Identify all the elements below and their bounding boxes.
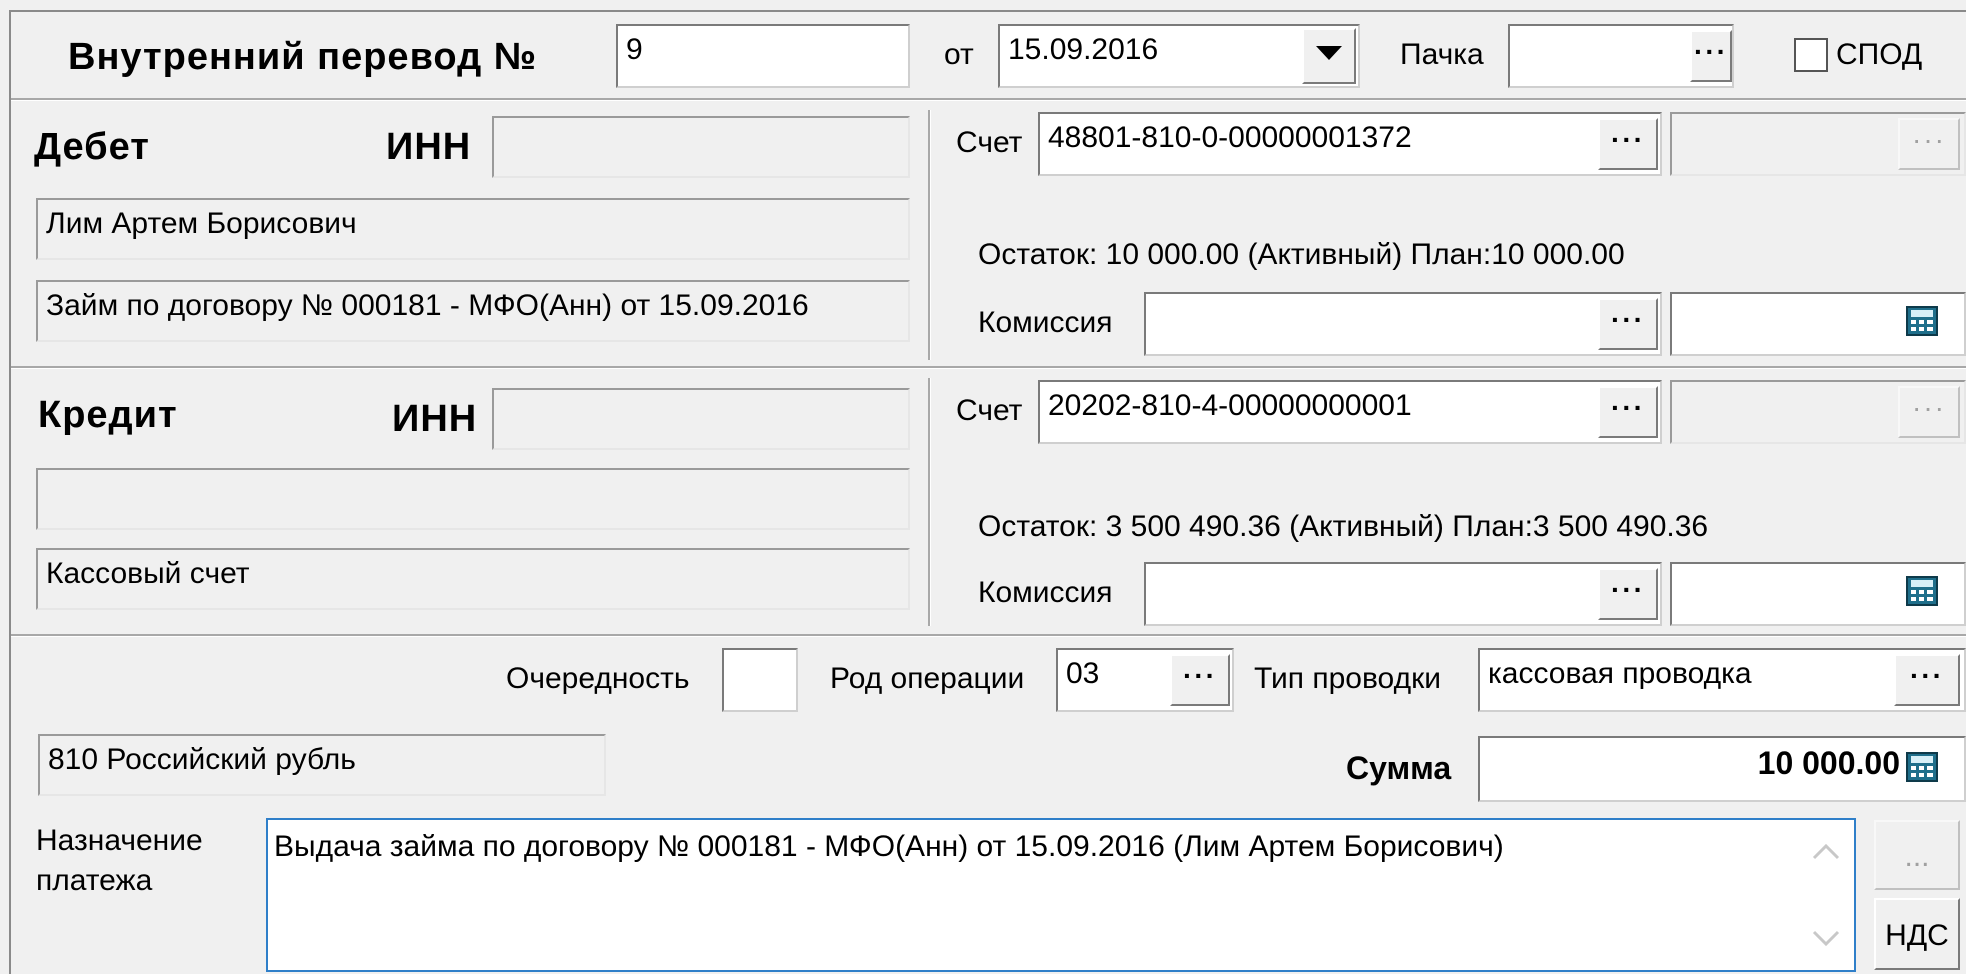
operation-type-label: Род операции — [830, 662, 1025, 695]
currency-field[interactable]: 810 Российский рубль — [38, 734, 606, 796]
debit-inn-field[interactable] — [492, 116, 910, 178]
entry-type-select-button[interactable]: ··· — [1894, 654, 1960, 706]
debit-balance-text: Остаток: 10 000.00 (Активный) План:10 00… — [978, 238, 1625, 271]
scroll-down-icon[interactable] — [1808, 926, 1844, 950]
credit-name-field[interactable] — [36, 468, 910, 530]
chevron-down-icon — [1316, 46, 1342, 60]
debit-account-extra-button[interactable]: ··· — [1898, 118, 1960, 170]
credit-account-extra-button[interactable]: ··· — [1898, 386, 1960, 438]
credit-commission-label: Комиссия — [978, 576, 1113, 609]
divider — [11, 98, 1966, 101]
credit-commission-account-field[interactable] — [1144, 562, 1662, 626]
credit-inn-field[interactable] — [492, 388, 910, 450]
date-from-label: от — [944, 38, 974, 71]
entry-type-label: Тип проводки — [1254, 662, 1441, 695]
scroll-up-icon[interactable] — [1808, 840, 1844, 864]
credit-balance-text: Остаток: 3 500 490.36 (Активный) План:3 … — [978, 510, 1709, 543]
purpose-label-line2: платежа — [36, 864, 153, 897]
divider — [928, 110, 931, 360]
batch-label: Пачка — [1400, 38, 1484, 71]
payment-purpose-textarea[interactable]: Выдача займа по договору № 000181 - МФО(… — [266, 818, 1856, 972]
debit-inn-label: ИНН — [386, 126, 472, 168]
vat-button[interactable]: НДС — [1874, 898, 1960, 970]
batch-select-button[interactable]: ··· — [1690, 30, 1732, 82]
credit-section-label: Кредит — [38, 394, 178, 436]
entry-type-field[interactable]: кассовая проводка — [1478, 648, 1966, 712]
calculator-icon[interactable] — [1906, 576, 1938, 611]
purpose-label-line1: Назначение — [36, 824, 203, 857]
form-title: Внутренний перевод № — [68, 36, 538, 78]
spod-label: СПОД — [1836, 38, 1923, 71]
divider — [928, 378, 931, 626]
date-dropdown-button[interactable] — [1302, 28, 1356, 84]
credit-account-field[interactable]: 20202-810-4-00000000001 — [1038, 380, 1662, 444]
spod-checkbox[interactable] — [1794, 38, 1828, 72]
document-number-field[interactable]: 9 — [616, 24, 910, 88]
calculator-icon[interactable] — [1906, 752, 1938, 787]
credit-description-field[interactable]: Кассовый счет — [36, 548, 910, 610]
debit-commission-account-field[interactable] — [1144, 292, 1662, 356]
priority-label: Очередность — [506, 662, 690, 695]
operation-type-select-button[interactable]: ··· — [1170, 654, 1230, 706]
debit-account-label: Счет — [956, 126, 1023, 159]
debit-description-field[interactable]: Займ по договору № 000181 - МФО(Анн) от … — [36, 280, 910, 342]
sum-label: Сумма — [1346, 750, 1452, 786]
debit-account-select-button[interactable]: ··· — [1598, 118, 1658, 170]
credit-commission-select-button[interactable]: ··· — [1598, 568, 1658, 620]
priority-field[interactable] — [722, 648, 798, 712]
credit-inn-label: ИНН — [392, 398, 478, 440]
debit-section-label: Дебет — [34, 126, 150, 168]
sum-field[interactable]: 10 000.00 — [1478, 736, 1966, 802]
debit-commission-label: Комиссия — [978, 306, 1113, 339]
divider — [11, 634, 1966, 637]
date-value: 15.09.2016 — [1008, 33, 1159, 66]
calculator-icon[interactable] — [1906, 306, 1938, 341]
debit-commission-select-button[interactable]: ··· — [1598, 298, 1658, 350]
debit-name-field[interactable]: Лим Артем Борисович — [36, 198, 910, 260]
debit-account-field[interactable]: 48801-810-0-00000001372 — [1038, 112, 1662, 176]
purpose-more-button[interactable]: ... — [1874, 820, 1960, 890]
divider — [11, 366, 1966, 369]
credit-account-label: Счет — [956, 394, 1023, 427]
credit-account-select-button[interactable]: ··· — [1598, 386, 1658, 438]
